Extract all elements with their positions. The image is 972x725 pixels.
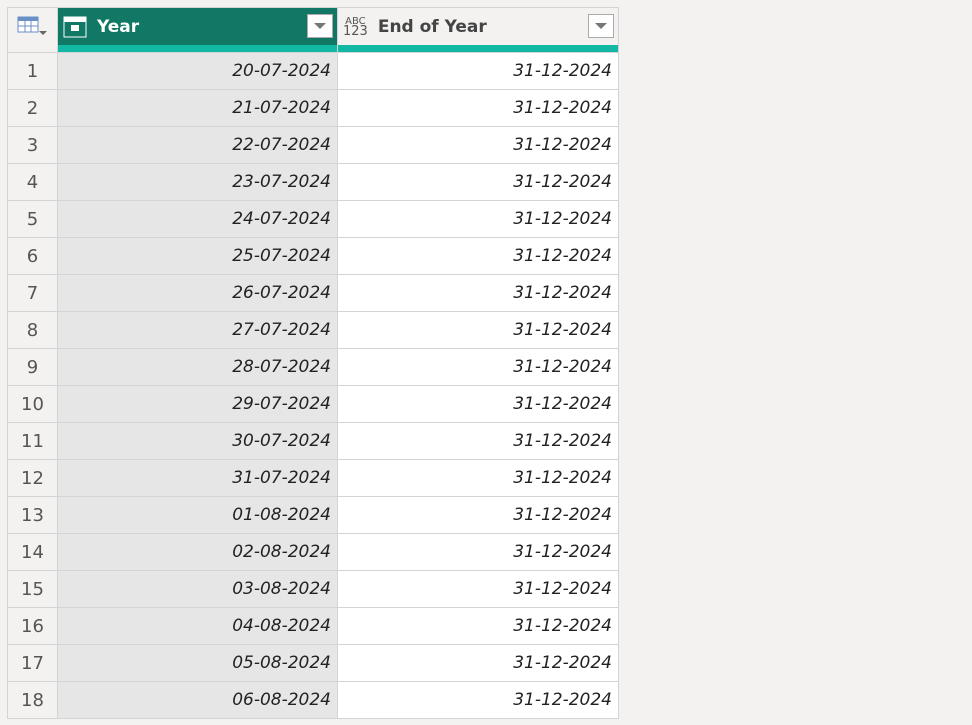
row-number[interactable]: 10 bbox=[8, 386, 58, 422]
table-row[interactable]: 11 30-07-2024 31-12-2024 bbox=[8, 422, 618, 459]
table-row[interactable]: 7 26-07-2024 31-12-2024 bbox=[8, 274, 618, 311]
table-row[interactable]: 16 04-08-2024 31-12-2024 bbox=[8, 607, 618, 644]
cell-year[interactable]: 26-07-2024 bbox=[58, 275, 338, 311]
cell-year[interactable]: 21-07-2024 bbox=[58, 90, 338, 126]
cell-end-of-year[interactable]: 31-12-2024 bbox=[338, 497, 618, 533]
table-row[interactable]: 10 29-07-2024 31-12-2024 bbox=[8, 385, 618, 422]
table-row[interactable]: 1 20-07-2024 31-12-2024 bbox=[8, 52, 618, 89]
cell-year[interactable]: 24-07-2024 bbox=[58, 201, 338, 237]
table-row[interactable]: 4 23-07-2024 31-12-2024 bbox=[8, 163, 618, 200]
row-number[interactable]: 16 bbox=[8, 608, 58, 644]
cell-end-of-year[interactable]: 31-12-2024 bbox=[338, 423, 618, 459]
cell-year[interactable]: 25-07-2024 bbox=[58, 238, 338, 274]
row-number[interactable]: 11 bbox=[8, 423, 58, 459]
filter-dropdown-button[interactable] bbox=[588, 14, 614, 38]
cell-year[interactable]: 28-07-2024 bbox=[58, 349, 338, 385]
cell-end-of-year[interactable]: 31-12-2024 bbox=[338, 164, 618, 200]
table-row[interactable]: 18 06-08-2024 31-12-2024 bbox=[8, 681, 618, 718]
table-menu-button[interactable] bbox=[8, 8, 58, 45]
row-number[interactable]: 9 bbox=[8, 349, 58, 385]
cell-year[interactable]: 20-07-2024 bbox=[58, 53, 338, 89]
cell-end-of-year[interactable]: 31-12-2024 bbox=[338, 386, 618, 422]
table-row[interactable]: 8 27-07-2024 31-12-2024 bbox=[8, 311, 618, 348]
data-grid: Year ABC 123 End of Year 1 20-07-2024 31-12… bbox=[7, 7, 619, 719]
cell-end-of-year[interactable]: 31-12-2024 bbox=[338, 127, 618, 163]
cell-end-of-year[interactable]: 31-12-2024 bbox=[338, 201, 618, 237]
row-number[interactable]: 14 bbox=[8, 534, 58, 570]
cell-end-of-year[interactable]: 31-12-2024 bbox=[338, 534, 618, 570]
abc-123-icon: ABC 123 bbox=[343, 15, 368, 39]
row-number[interactable]: 2 bbox=[8, 90, 58, 126]
row-number[interactable]: 12 bbox=[8, 460, 58, 496]
table-icon bbox=[17, 16, 47, 35]
row-number[interactable]: 18 bbox=[8, 682, 58, 718]
column-header-year[interactable]: Year bbox=[58, 8, 338, 45]
row-number[interactable]: 15 bbox=[8, 571, 58, 607]
table-row[interactable]: 2 21-07-2024 31-12-2024 bbox=[8, 89, 618, 126]
cell-year[interactable]: 29-07-2024 bbox=[58, 386, 338, 422]
row-number[interactable]: 17 bbox=[8, 645, 58, 681]
row-number[interactable]: 3 bbox=[8, 127, 58, 163]
table-row[interactable]: 14 02-08-2024 31-12-2024 bbox=[8, 533, 618, 570]
cell-year[interactable]: 23-07-2024 bbox=[58, 164, 338, 200]
table-row[interactable]: 9 28-07-2024 31-12-2024 bbox=[8, 348, 618, 385]
column-title: Year bbox=[97, 16, 140, 37]
filter-dropdown-button[interactable] bbox=[307, 14, 333, 38]
table-row[interactable]: 17 05-08-2024 31-12-2024 bbox=[8, 644, 618, 681]
row-number[interactable]: 1 bbox=[8, 53, 58, 89]
date-icon bbox=[63, 16, 87, 37]
row-number[interactable]: 5 bbox=[8, 201, 58, 237]
cell-end-of-year[interactable]: 31-12-2024 bbox=[338, 645, 618, 681]
column-quality-bar bbox=[8, 45, 618, 52]
cell-end-of-year[interactable]: 31-12-2024 bbox=[338, 608, 618, 644]
cell-end-of-year[interactable]: 31-12-2024 bbox=[338, 53, 618, 89]
row-number[interactable]: 4 bbox=[8, 164, 58, 200]
row-number[interactable]: 7 bbox=[8, 275, 58, 311]
table-row[interactable]: 5 24-07-2024 31-12-2024 bbox=[8, 200, 618, 237]
cell-year[interactable]: 01-08-2024 bbox=[58, 497, 338, 533]
column-title: End of Year bbox=[377, 16, 487, 37]
cell-year[interactable]: 22-07-2024 bbox=[58, 127, 338, 163]
cell-year[interactable]: 06-08-2024 bbox=[58, 682, 338, 718]
cell-year[interactable]: 03-08-2024 bbox=[58, 571, 338, 607]
cell-end-of-year[interactable]: 31-12-2024 bbox=[338, 682, 618, 718]
cell-end-of-year[interactable]: 31-12-2024 bbox=[338, 90, 618, 126]
cell-year[interactable]: 27-07-2024 bbox=[58, 312, 338, 348]
cell-year[interactable]: 02-08-2024 bbox=[58, 534, 338, 570]
table-row[interactable]: 3 22-07-2024 31-12-2024 bbox=[8, 126, 618, 163]
row-number[interactable]: 13 bbox=[8, 497, 58, 533]
table-row[interactable]: 15 03-08-2024 31-12-2024 bbox=[8, 570, 618, 607]
cell-end-of-year[interactable]: 31-12-2024 bbox=[338, 238, 618, 274]
column-header-end-of-year[interactable]: ABC 123 End of Year bbox=[338, 8, 618, 45]
cell-end-of-year[interactable]: 31-12-2024 bbox=[338, 571, 618, 607]
row-number[interactable]: 6 bbox=[8, 238, 58, 274]
row-number[interactable]: 8 bbox=[8, 312, 58, 348]
table-row[interactable]: 12 31-07-2024 31-12-2024 bbox=[8, 459, 618, 496]
table-body: 1 20-07-2024 31-12-2024 2 21-07-2024 31-12-20… bbox=[8, 52, 618, 718]
cell-end-of-year[interactable]: 31-12-2024 bbox=[338, 349, 618, 385]
cell-year[interactable]: 04-08-2024 bbox=[58, 608, 338, 644]
table-row[interactable]: 13 01-08-2024 31-12-2024 bbox=[8, 496, 618, 533]
cell-end-of-year[interactable]: 31-12-2024 bbox=[338, 275, 618, 311]
cell-end-of-year[interactable]: 31-12-2024 bbox=[338, 312, 618, 348]
cell-year[interactable]: 31-07-2024 bbox=[58, 460, 338, 496]
cell-year[interactable]: 05-08-2024 bbox=[58, 645, 338, 681]
header-row: Year ABC 123 End of Year bbox=[8, 8, 618, 45]
cell-end-of-year[interactable]: 31-12-2024 bbox=[338, 460, 618, 496]
table-row[interactable]: 6 25-07-2024 31-12-2024 bbox=[8, 237, 618, 274]
cell-year[interactable]: 30-07-2024 bbox=[58, 423, 338, 459]
